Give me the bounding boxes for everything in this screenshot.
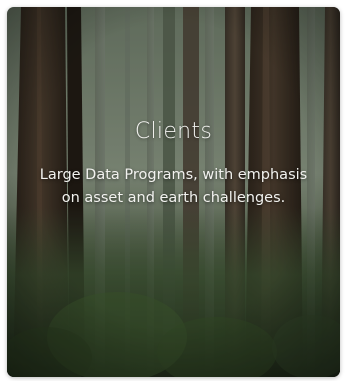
card-content: Clients Large Data Programs, with emphas…: [7, 119, 340, 209]
card-title: Clients: [134, 119, 213, 144]
clients-card[interactable]: Clients Large Data Programs, with emphas…: [7, 7, 340, 377]
card-description: Large Data Programs, with emphasis on as…: [39, 167, 308, 206]
page: Clients Large Data Programs, with emphas…: [0, 0, 345, 381]
